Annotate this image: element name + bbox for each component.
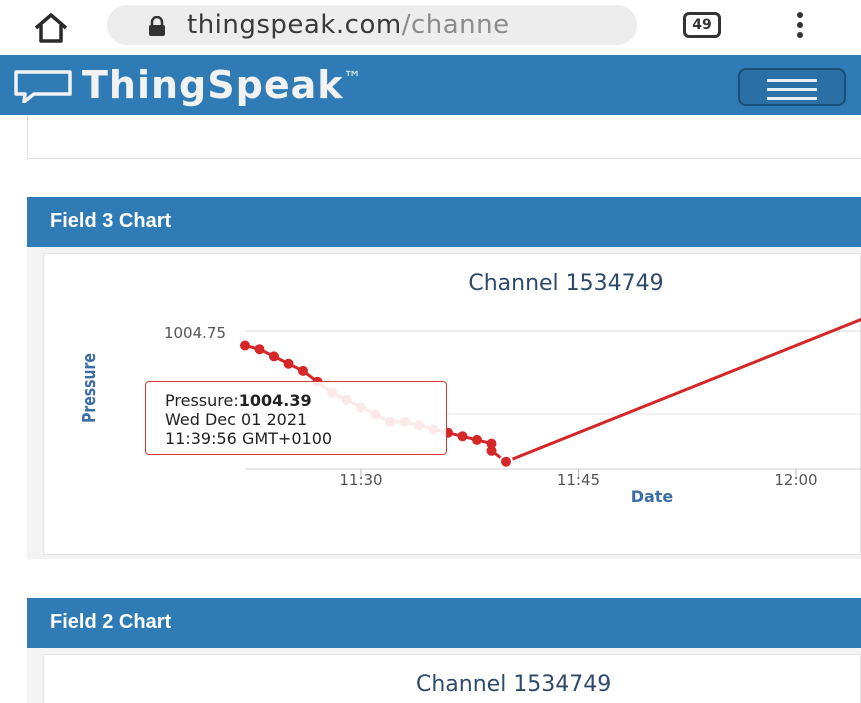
data-point[interactable] bbox=[298, 365, 308, 376]
home-icon[interactable] bbox=[31, 10, 71, 46]
url-domain: thingspeak.com bbox=[187, 10, 402, 40]
x-tick-label: 12:00 bbox=[774, 471, 817, 489]
hamburger-menu-button[interactable] bbox=[738, 68, 846, 106]
previous-chart-card bbox=[27, 115, 861, 159]
data-point[interactable] bbox=[457, 431, 468, 442]
x-tick-label: 11:30 bbox=[339, 471, 382, 489]
data-point[interactable] bbox=[254, 344, 265, 355]
field-2-chart-title: Channel 1534749 bbox=[416, 672, 612, 697]
tooltip-label: Pressure: bbox=[165, 391, 239, 410]
site-navbar: ThingSpeak™ bbox=[0, 55, 861, 115]
more-options-icon[interactable] bbox=[790, 10, 810, 42]
data-point[interactable] bbox=[269, 351, 279, 362]
url-text: thingspeak.com/channe bbox=[187, 10, 510, 40]
field-2-panel-header: Field 2 Chart bbox=[27, 598, 861, 648]
hovered-data-point[interactable] bbox=[499, 454, 513, 469]
speech-bubble-logo-icon[interactable] bbox=[12, 69, 76, 103]
browser-toolbar: thingspeak.com/channe 49 bbox=[0, 0, 861, 55]
lock-icon bbox=[149, 16, 165, 36]
data-point[interactable] bbox=[472, 434, 482, 445]
tooltip-time: 11:39:56 GMT+0100 bbox=[165, 429, 333, 448]
x-tick-group: 11:30 11:45 12:00 bbox=[339, 469, 818, 489]
data-point[interactable] bbox=[240, 340, 250, 351]
tab-switcher-button[interactable]: 49 bbox=[683, 12, 721, 38]
tooltip-value: 1004.39 bbox=[238, 391, 312, 410]
address-bar[interactable]: thingspeak.com/channe bbox=[107, 5, 637, 45]
tooltip-date: Wed Dec 01 2021 bbox=[165, 410, 308, 429]
field-3-panel-header: Field 3 Chart bbox=[27, 197, 861, 247]
url-path: /channe bbox=[401, 10, 510, 40]
x-tick-label: 11:45 bbox=[557, 471, 600, 489]
chart-title: Channel 1534749 bbox=[468, 271, 663, 296]
data-point[interactable] bbox=[486, 445, 497, 456]
y-axis-label: Pressure bbox=[78, 353, 99, 423]
x-axis-label: Date bbox=[631, 487, 674, 506]
brand-name: ThingSpeak bbox=[82, 63, 344, 107]
field-2-panel-title: Field 2 Chart bbox=[50, 611, 172, 633]
data-point-tooltip: Pressure:1004.39 Wed Dec 01 2021 11:39:5… bbox=[145, 381, 447, 455]
y-tick-label: 1004.75 bbox=[164, 324, 226, 342]
trademark-symbol: ™ bbox=[343, 68, 363, 89]
data-point[interactable] bbox=[283, 358, 294, 369]
field-3-panel-title: Field 3 Chart bbox=[50, 210, 172, 232]
field-2-chart-container: Channel 1534749 bbox=[43, 654, 861, 703]
brand-logo[interactable]: ThingSpeak™ bbox=[82, 63, 363, 107]
